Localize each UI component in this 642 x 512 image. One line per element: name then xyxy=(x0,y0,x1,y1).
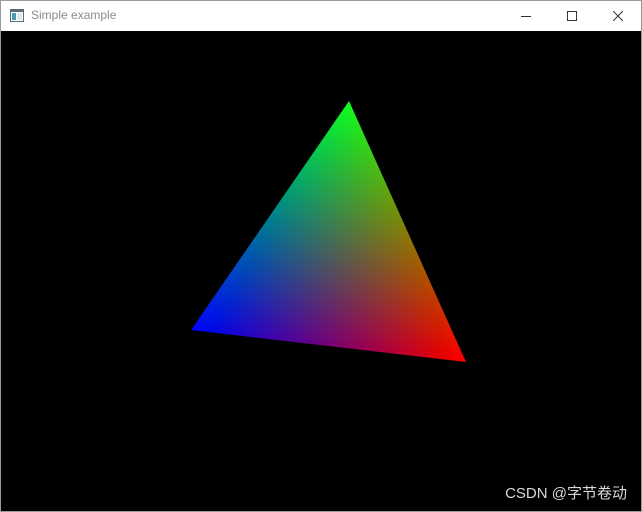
watermark-text: CSDN @字节卷动 xyxy=(505,485,627,502)
close-icon xyxy=(613,11,623,21)
window-title: Simple example xyxy=(31,8,117,22)
maximize-button[interactable] xyxy=(549,1,595,31)
rendered-scene xyxy=(1,31,641,511)
title-bar[interactable]: Simple example xyxy=(1,1,641,31)
minimize-button[interactable] xyxy=(503,1,549,31)
gl-viewport[interactable]: CSDN @字节卷动 xyxy=(1,31,641,511)
app-window: Simple example CSDN @字节卷动 xyxy=(0,0,642,512)
close-button[interactable] xyxy=(595,1,641,31)
app-icon xyxy=(10,9,24,22)
minimize-icon xyxy=(521,16,531,17)
maximize-icon xyxy=(567,11,577,21)
